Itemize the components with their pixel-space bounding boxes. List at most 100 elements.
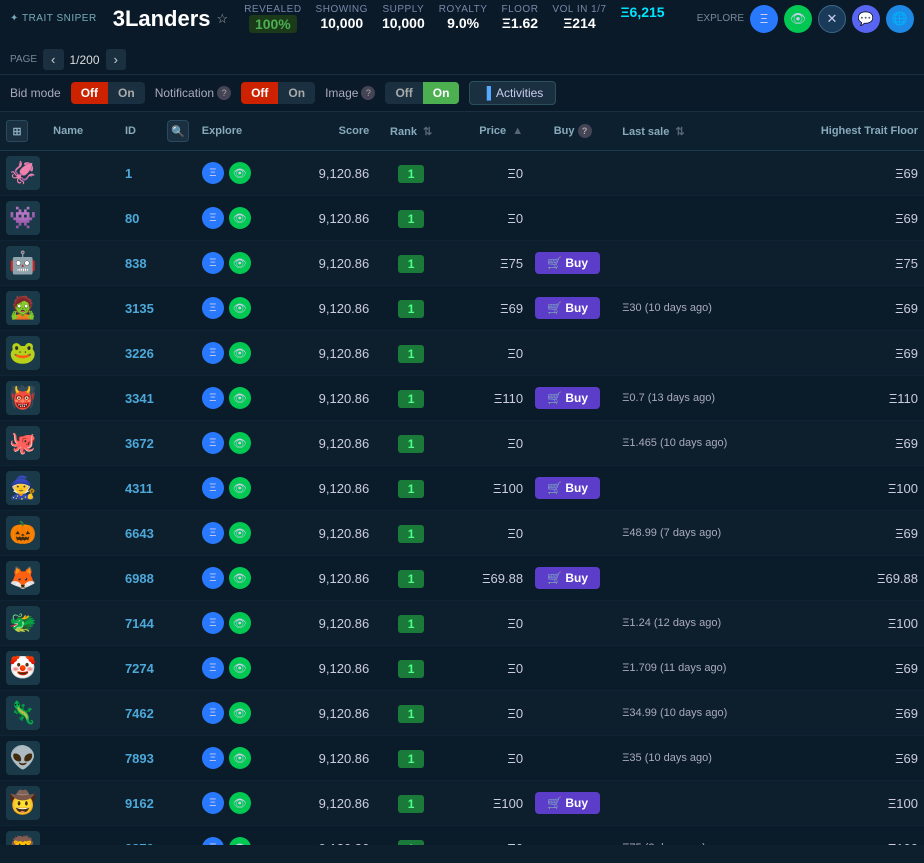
opensea-link-icon[interactable]: Ξ — [202, 387, 224, 409]
nft-htf-cell: Ξ69 — [791, 736, 924, 781]
nft-explore-cell: Ξ 👁 — [196, 466, 278, 511]
nft-price-cell: Ξ69.88 — [447, 556, 529, 601]
activities-button[interactable]: ▐ Activities — [469, 81, 556, 105]
nft-search-cell — [161, 646, 196, 691]
looksrare-link-icon[interactable]: 👁 — [229, 432, 251, 454]
bid-mode-label: Bid mode — [10, 86, 61, 100]
nft-id[interactable]: 7274 — [125, 661, 154, 676]
activities-bar-icon: ▐ — [482, 86, 491, 100]
buy-button[interactable]: 🛒 Buy — [535, 567, 600, 589]
nft-id[interactable]: 9162 — [125, 796, 154, 811]
nft-id[interactable]: 4311 — [125, 481, 153, 496]
opensea-link-icon[interactable]: Ξ — [202, 657, 224, 679]
looksrare-link-icon[interactable]: 👁 — [229, 252, 251, 274]
nft-id[interactable]: 80 — [125, 211, 139, 226]
stat-supply: SUPPLY 10,000 — [382, 4, 425, 33]
nft-id[interactable]: 3135 — [125, 301, 154, 316]
buy-button[interactable]: 🛒 Buy — [535, 387, 600, 409]
search-icon[interactable]: 🔍 — [167, 120, 189, 142]
nft-id[interactable]: 7144 — [125, 616, 154, 631]
looksrare-icon[interactable]: 👁 — [784, 5, 812, 33]
looksrare-link-icon[interactable]: 👁 — [229, 477, 251, 499]
nft-id[interactable]: 7462 — [125, 706, 154, 721]
nft-id[interactable]: 3672 — [125, 436, 154, 451]
nft-id[interactable]: 3226 — [125, 346, 154, 361]
opensea-link-icon[interactable]: Ξ — [202, 837, 224, 845]
opensea-link-icon[interactable]: Ξ — [202, 477, 224, 499]
page-next-button[interactable]: › — [106, 49, 126, 70]
notification-info-icon[interactable]: ? — [217, 86, 231, 100]
opensea-link-icon[interactable]: Ξ — [202, 342, 224, 364]
looksrare-link-icon[interactable]: 👁 — [229, 567, 251, 589]
buy-button[interactable]: 🛒 Buy — [535, 477, 600, 499]
buy-button[interactable]: 🛒 Buy — [535, 252, 600, 274]
nft-id[interactable]: 9379 — [125, 841, 154, 846]
col-header-lastsale[interactable]: Last sale ⇅ — [616, 112, 790, 151]
explore-links: Ξ 👁 — [202, 522, 272, 544]
opensea-link-icon[interactable]: Ξ — [202, 522, 224, 544]
nft-id[interactable]: 3341 — [125, 391, 154, 406]
opensea-link-icon[interactable]: Ξ — [202, 252, 224, 274]
col-header-name[interactable]: Name — [47, 112, 119, 151]
buy-button[interactable]: 🛒 Buy — [535, 297, 600, 319]
looksrare-link-icon[interactable]: 👁 — [229, 702, 251, 724]
nft-price-cell: Ξ0 — [447, 691, 529, 736]
nft-id[interactable]: 6643 — [125, 526, 154, 541]
x2y2-icon[interactable]: ✕ — [818, 5, 846, 33]
website-icon[interactable]: 🌐 — [886, 5, 914, 33]
nft-rank-cell: 1 — [375, 826, 447, 846]
opensea-link-icon[interactable]: Ξ — [202, 612, 224, 634]
looksrare-link-icon[interactable]: 👁 — [229, 747, 251, 769]
nft-htf-cell: Ξ100 — [791, 826, 924, 846]
nft-htf-cell: Ξ69 — [791, 151, 924, 196]
looksrare-link-icon[interactable]: 👁 — [229, 297, 251, 319]
opensea-link-icon[interactable]: Ξ — [202, 702, 224, 724]
looksrare-link-icon[interactable]: 👁 — [229, 207, 251, 229]
looksrare-link-icon[interactable]: 👁 — [229, 162, 251, 184]
nft-id[interactable]: 6988 — [125, 571, 154, 586]
looksrare-link-icon[interactable]: 👁 — [229, 792, 251, 814]
rank-badge: 1 — [398, 615, 425, 633]
bid-on-button[interactable]: On — [108, 82, 145, 104]
opensea-icon[interactable]: Ξ — [750, 5, 778, 33]
nft-search-cell — [161, 331, 196, 376]
nft-explore-cell: Ξ 👁 — [196, 241, 278, 286]
opensea-link-icon[interactable]: Ξ — [202, 747, 224, 769]
col-header-price[interactable]: Price ▲ — [447, 112, 529, 151]
nft-search-cell — [161, 781, 196, 826]
img-on-button[interactable]: On — [423, 82, 460, 104]
looksrare-link-icon[interactable]: 👁 — [229, 387, 251, 409]
opensea-link-icon[interactable]: Ξ — [202, 207, 224, 229]
looksrare-link-icon[interactable]: 👁 — [229, 342, 251, 364]
opensea-link-icon[interactable]: Ξ — [202, 162, 224, 184]
looksrare-link-icon[interactable]: 👁 — [229, 837, 251, 845]
nft-price-cell: Ξ75 — [447, 241, 529, 286]
favorite-icon[interactable]: ☆ — [217, 11, 229, 27]
img-off-button[interactable]: Off — [385, 82, 422, 104]
nft-score-cell: 9,120.86 — [278, 781, 375, 826]
buy-info-icon[interactable]: ? — [578, 124, 592, 138]
col-header-id[interactable]: ID — [119, 112, 161, 151]
buy-button[interactable]: 🛒 Buy — [535, 792, 600, 814]
nft-avatar-cell: 👾 — [0, 196, 47, 241]
looksrare-link-icon[interactable]: 👁 — [229, 612, 251, 634]
col-header-rank[interactable]: Rank ⇅ — [375, 112, 447, 151]
opensea-link-icon[interactable]: Ξ — [202, 792, 224, 814]
nft-id[interactable]: 7893 — [125, 751, 154, 766]
looksrare-link-icon[interactable]: 👁 — [229, 657, 251, 679]
discord-icon[interactable]: 💬 — [852, 5, 880, 33]
nft-id[interactable]: 1 — [125, 166, 132, 181]
opensea-link-icon[interactable]: Ξ — [202, 567, 224, 589]
explore-links: Ξ 👁 — [202, 657, 272, 679]
image-info-icon[interactable]: ? — [361, 86, 375, 100]
opensea-link-icon[interactable]: Ξ — [202, 297, 224, 319]
bid-off-button[interactable]: Off — [71, 82, 108, 104]
opensea-link-icon[interactable]: Ξ — [202, 432, 224, 454]
image-toggle-th[interactable]: ⊞ — [6, 120, 28, 142]
nft-id[interactable]: 838 — [125, 256, 147, 271]
notif-on-button[interactable]: On — [278, 82, 315, 104]
nft-explore-cell: Ξ 👁 — [196, 601, 278, 646]
looksrare-link-icon[interactable]: 👁 — [229, 522, 251, 544]
notif-off-button[interactable]: Off — [241, 82, 278, 104]
page-prev-button[interactable]: ‹ — [43, 49, 63, 70]
